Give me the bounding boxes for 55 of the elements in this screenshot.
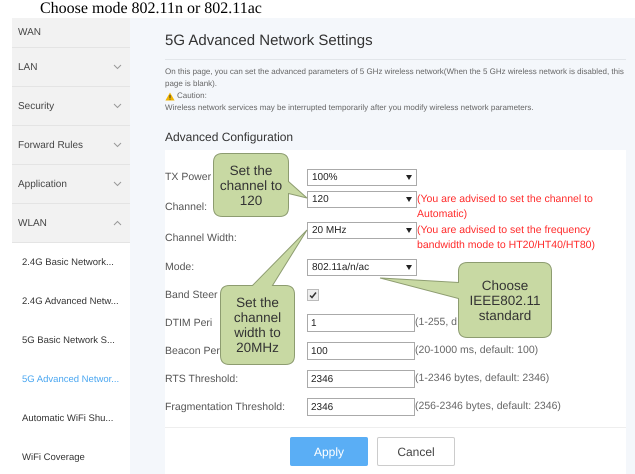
hint-text: (1-2346 bytes, default: 2346): [415, 371, 550, 386]
field-label: Fragmentation Threshold:: [165, 401, 286, 413]
dropdown[interactable]: 20 MHz: [307, 222, 417, 239]
section-title: Advanced Configuration: [165, 130, 294, 144]
page-title: 5G Advanced Network Settings: [165, 32, 626, 60]
chevron-up-icon: [113, 220, 122, 226]
input-field[interactable]: 2346: [307, 398, 415, 416]
dropdown-arrow-icon: [406, 264, 412, 270]
dropdown[interactable]: 100%: [307, 168, 417, 186]
sidebar-subitem[interactable]: WiFi Coverage: [12, 438, 130, 474]
sidebar-subitem[interactable]: Automatic WiFi Shu...: [12, 399, 130, 438]
caption-text: Choose mode 802.11n or 802.11ac: [39, 0, 263, 18]
field-label: Mode:: [165, 261, 194, 273]
sidebar-item[interactable]: WAN: [18, 27, 41, 38]
checkbox[interactable]: [307, 289, 319, 301]
sidebar-item[interactable]: LAN: [18, 62, 38, 72]
hint-text: (You are advised to set the channel to Automatic): [417, 192, 594, 222]
callout-text: Set the channel to 120: [219, 162, 283, 208]
input-field[interactable]: 2346: [307, 370, 415, 388]
caution-text: Wireless network services may be interrupted temporarily after you modify wireless network parameters.: [165, 102, 535, 114]
chevron-down-icon: [113, 103, 122, 109]
sidebar-subitem[interactable]: 2.4G Advanced Netw...: [12, 282, 130, 321]
sidebar-subitem[interactable]: 5G Basic Network S...: [12, 321, 130, 360]
hint-text: (You are advised to set the frequency bandwidth mode to HT20/HT40/HT80): [417, 223, 596, 253]
field-label: Channel Width:: [165, 232, 237, 244]
caution-label: Caution:: [177, 90, 207, 102]
intro-text: On this page, you can set the advanced parameters of 5 GHz wireless network(When the 5 GHz wireless network is disabled, this page is blank).: [165, 66, 625, 90]
dropdown-arrow-icon: [406, 197, 412, 202]
field-label: Beacon Per: [165, 345, 220, 357]
dropdown[interactable]: 120: [307, 191, 417, 208]
sidebar-item[interactable]: Forward Rules: [18, 140, 84, 150]
field-label: Band Steer: [165, 289, 218, 301]
hint-text: (256-2346 bytes, default: 2346): [415, 399, 561, 414]
field-label: TX Power: [165, 171, 212, 183]
dropdown-arrow-icon: [406, 228, 412, 233]
callout-text: Set the channel width to 20MHz: [232, 295, 282, 355]
chevron-down-icon: [113, 64, 122, 70]
callout-text: Choose IEEE802.11 standard: [468, 278, 542, 322]
sidebar-subitem[interactable]: 2.4G Basic Network...: [12, 243, 130, 282]
hint-text: (20-1000 ms, default: 100): [415, 343, 538, 358]
sidebar-item[interactable]: Security: [18, 100, 54, 112]
field-label: DTIM Peri: [165, 317, 212, 329]
sidebar-item[interactable]: WLAN: [18, 218, 47, 228]
dropdown[interactable]: 802.11a/n/ac: [307, 258, 417, 276]
input-field[interactable]: 100: [307, 342, 415, 360]
cancel-button[interactable]: Cancel: [377, 437, 455, 466]
field-label: Channel:: [165, 200, 208, 212]
field-label: RTS Threshold:: [165, 373, 238, 385]
sidebar-item[interactable]: Application: [18, 178, 67, 190]
dropdown-arrow-icon: [406, 174, 412, 180]
warning-icon: [165, 92, 175, 100]
hint-text: (1-255, d: [415, 315, 458, 330]
chevron-down-icon: [113, 181, 122, 187]
input-field[interactable]: 1: [307, 314, 415, 332]
chevron-down-icon: [113, 142, 122, 148]
